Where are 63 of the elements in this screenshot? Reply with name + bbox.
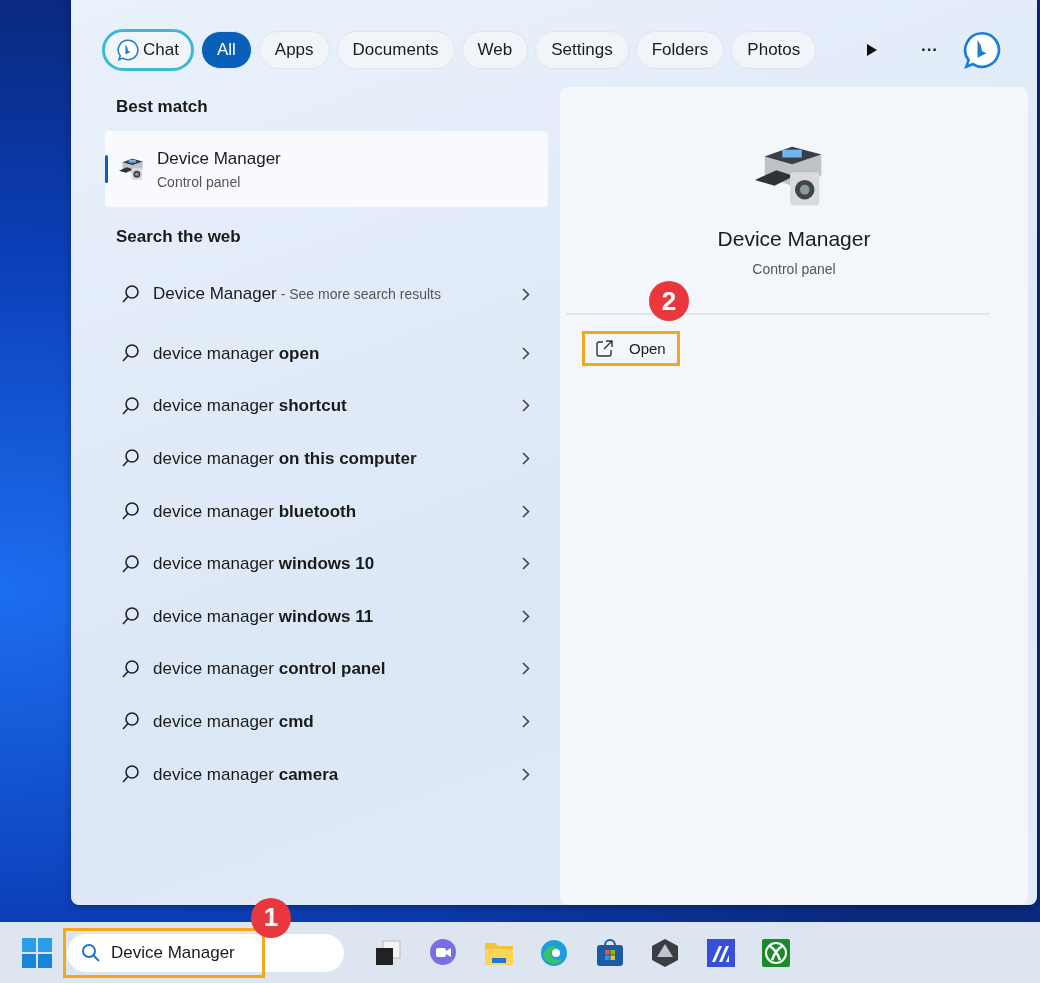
chevron-right-icon (522, 452, 530, 465)
filter-tab[interactable]: Apps (258, 31, 330, 69)
chevron-right-icon (522, 714, 530, 728)
section-heading: Search the web (115, 226, 242, 248)
search-icon (121, 501, 141, 522)
preview-title: Device Manager (717, 227, 871, 252)
web-result[interactable]: device manager shortcut (105, 379, 560, 433)
play-icon[interactable] (866, 43, 878, 57)
result-text: device manager control panel (152, 658, 387, 681)
web-result[interactable]: device manager camera (105, 747, 560, 801)
start-icon[interactable] (22, 937, 52, 968)
web-result[interactable]: device manager open (105, 327, 560, 380)
web-result[interactable]: device manager bluetooth (105, 484, 560, 538)
result-text: device manager open (152, 342, 321, 365)
result-text: device manager bluetooth (152, 500, 358, 523)
search-icon (81, 942, 101, 963)
filter-tab[interactable]: Chat (102, 29, 194, 71)
search-icon (121, 395, 141, 416)
chevron-right-icon (522, 399, 530, 413)
result-text: device manager camera (152, 763, 340, 786)
result-text: device manager windows 10 (152, 553, 376, 576)
item-subtitle: Control panel (157, 173, 242, 190)
chevron-right-icon (522, 662, 530, 676)
filter-tab[interactable]: Folders (635, 31, 725, 69)
search-icon (121, 764, 141, 785)
result-text: device manager shortcut (152, 395, 348, 418)
chevron-right-icon (522, 504, 530, 518)
filter-tab[interactable]: All (200, 31, 252, 69)
filter-tab[interactable]: Settings (535, 31, 629, 69)
search-icon (121, 553, 141, 574)
result-text: Device Manager - See more search results (152, 283, 442, 305)
search-input[interactable]: Device Manager (111, 942, 261, 963)
web-result[interactable]: device manager on this computer (105, 432, 560, 485)
chevron-right-icon (522, 346, 530, 360)
web-result[interactable]: device manager control panel (105, 642, 560, 696)
result-text: device manager windows 11 (152, 605, 375, 628)
chevron-right-icon (522, 767, 530, 781)
more-button[interactable]: ··· (921, 40, 938, 60)
chevron-right-icon (522, 557, 530, 571)
result-text: device manager on this computer (152, 448, 418, 470)
filter-tab[interactable]: Documents (336, 31, 455, 69)
search-icon (121, 711, 141, 732)
search-icon (121, 284, 141, 304)
chevron-right-icon (522, 287, 530, 301)
taskbar-search-field[interactable]: Device Manager (67, 933, 344, 972)
result-text: device manager cmd (152, 710, 315, 733)
search-icon (121, 606, 141, 627)
search-icon (121, 343, 141, 364)
web-result[interactable]: device manager windows 10 (105, 537, 560, 590)
step-badge: 2 (649, 281, 689, 322)
web-result[interactable]: Device Manager - See more search results (105, 261, 560, 327)
section-heading: Best match (115, 96, 209, 118)
filter-tab[interactable]: Photos (731, 31, 817, 69)
web-result[interactable]: device manager cmd (105, 695, 560, 748)
external-link-icon (596, 340, 613, 358)
web-result[interactable]: device manager windows 11 (105, 589, 560, 643)
search-icon (121, 448, 141, 469)
search-icon (121, 658, 141, 679)
filter-tab[interactable]: Web (461, 31, 529, 69)
item-title: Device Manager (157, 148, 281, 169)
best-match-item[interactable]: Device Manager Control panel (105, 131, 548, 207)
chevron-right-icon (522, 609, 530, 623)
preview-subtitle: Control panel (752, 261, 836, 278)
